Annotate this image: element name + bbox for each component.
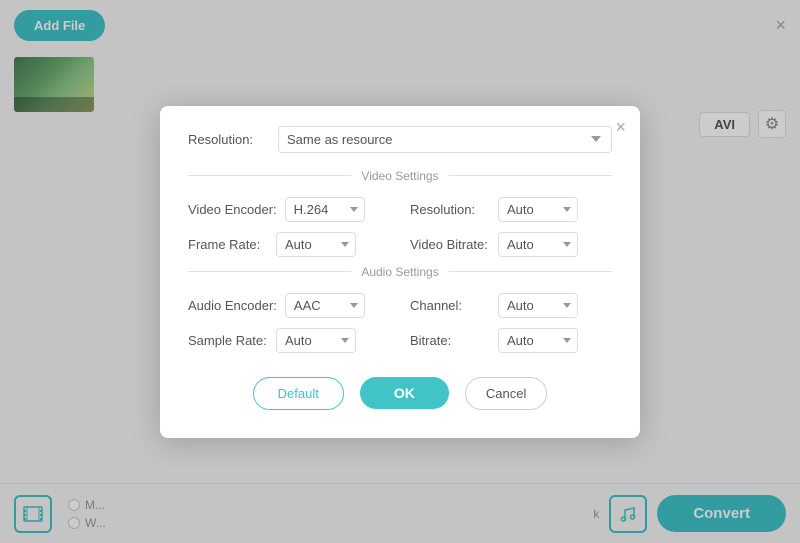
video-bitrate-label: Video Bitrate: — [410, 237, 490, 252]
channel-select[interactable]: Auto — [498, 293, 578, 318]
video-settings-divider: Video Settings — [188, 169, 612, 183]
sample-rate-row: Sample Rate: Auto — [188, 328, 390, 353]
resolution-sub-select[interactable]: Auto — [498, 197, 578, 222]
video-settings-label: Video Settings — [361, 169, 438, 183]
resolution-sub-row: Resolution: Auto — [410, 197, 612, 222]
video-encoder-select[interactable]: H.264 — [285, 197, 365, 222]
frame-rate-row: Frame Rate: Auto — [188, 232, 390, 257]
bitrate-label: Bitrate: — [410, 333, 490, 348]
sample-rate-label: Sample Rate: — [188, 333, 268, 348]
bitrate-select[interactable]: Auto — [498, 328, 578, 353]
bitrate-row: Bitrate: Auto — [410, 328, 612, 353]
settings-modal: × Resolution: Same as resource Video Set… — [160, 106, 640, 438]
audio-settings-divider: Audio Settings — [188, 265, 612, 279]
audio-settings-grid: Audio Encoder: AAC Channel: Auto Sample … — [188, 293, 612, 353]
default-button[interactable]: Default — [253, 377, 344, 410]
ok-button[interactable]: OK — [360, 377, 449, 409]
video-bitrate-row: Video Bitrate: Auto — [410, 232, 612, 257]
video-encoder-label: Video Encoder: — [188, 202, 277, 217]
modal-close-button[interactable]: × — [615, 118, 626, 136]
audio-encoder-select[interactable]: AAC — [285, 293, 365, 318]
video-settings-grid: Video Encoder: H.264 Resolution: Auto Fr… — [188, 197, 612, 257]
resolution-sub-label: Resolution: — [410, 202, 490, 217]
audio-encoder-label: Audio Encoder: — [188, 298, 277, 313]
resolution-main-select[interactable]: Same as resource — [278, 126, 612, 153]
cancel-button[interactable]: Cancel — [465, 377, 547, 410]
sample-rate-select[interactable]: Auto — [276, 328, 356, 353]
channel-row: Channel: Auto — [410, 293, 612, 318]
video-encoder-row: Video Encoder: H.264 — [188, 197, 390, 222]
app-background: Add File × AVI ⚙ — [0, 0, 800, 543]
audio-settings-label: Audio Settings — [361, 265, 438, 279]
resolution-row: Resolution: Same as resource — [188, 126, 612, 153]
channel-label: Channel: — [410, 298, 490, 313]
audio-encoder-row: Audio Encoder: AAC — [188, 293, 390, 318]
modal-overlay: × Resolution: Same as resource Video Set… — [0, 0, 800, 543]
modal-buttons: Default OK Cancel — [188, 377, 612, 410]
resolution-main-label: Resolution: — [188, 132, 278, 147]
frame-rate-label: Frame Rate: — [188, 237, 268, 252]
frame-rate-select[interactable]: Auto — [276, 232, 356, 257]
video-bitrate-select[interactable]: Auto — [498, 232, 578, 257]
